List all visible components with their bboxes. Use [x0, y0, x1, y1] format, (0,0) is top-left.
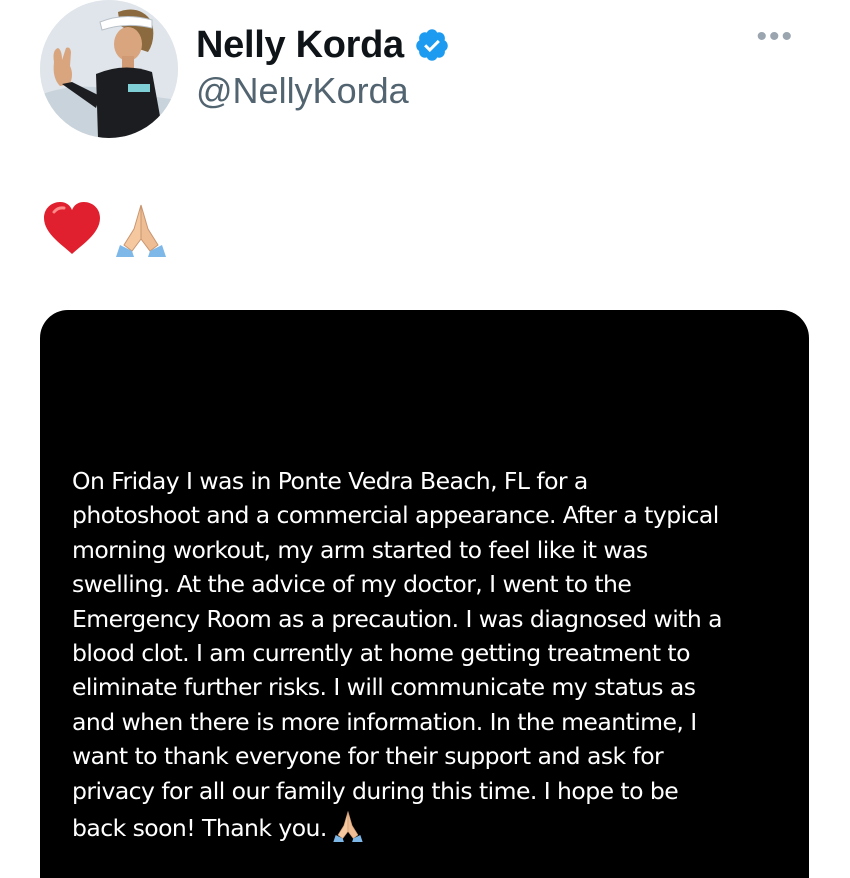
- tweet-text: [42, 196, 170, 260]
- author-handle[interactable]: @NellyKorda: [196, 70, 409, 112]
- statement-text: On Friday I was in Ponte Vedra Beach, FL…: [72, 464, 792, 845]
- author-name-row[interactable]: Nelly Korda: [196, 20, 450, 70]
- tweet: Nelly Korda @NellyKorda ••• On Friday I …: [0, 0, 850, 878]
- avatar[interactable]: [40, 0, 178, 138]
- avatar-photo: [40, 0, 178, 138]
- more-options-button[interactable]: •••: [756, 22, 794, 52]
- verified-badge-icon: [416, 29, 448, 61]
- attached-image[interactable]: On Friday I was in Ponte Vedra Beach, FL…: [40, 310, 809, 878]
- display-name[interactable]: Nelly Korda: [196, 24, 404, 67]
- folded-hands-icon: [116, 204, 166, 257]
- red-heart-icon: [44, 202, 100, 254]
- folded-hands-icon: [333, 811, 363, 843]
- statement-body: On Friday I was in Ponte Vedra Beach, FL…: [72, 467, 723, 843]
